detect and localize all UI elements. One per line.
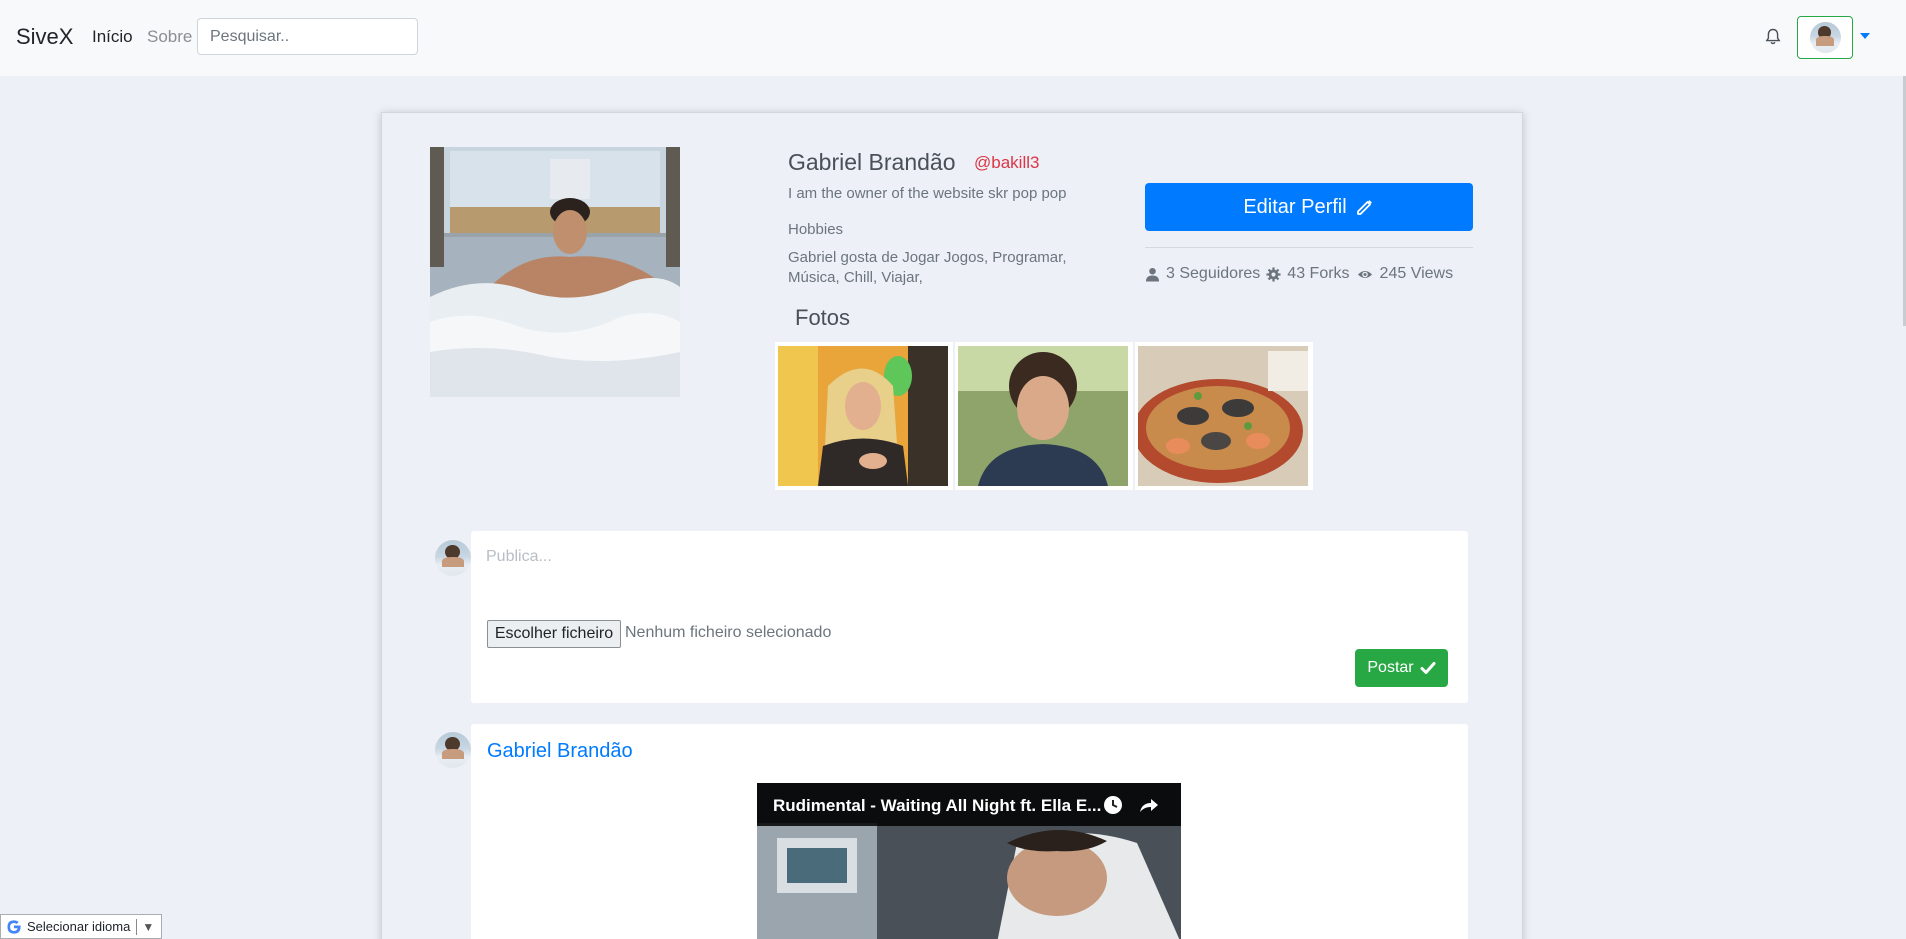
avatar (435, 540, 471, 576)
cog-icon (1266, 266, 1281, 282)
edit-profile-label: Editar Perfil (1243, 195, 1347, 218)
post-author-link[interactable]: Gabriel Brandão (487, 740, 633, 763)
chevron-down-icon[interactable]: ▼ (142, 920, 154, 934)
avatar (1809, 22, 1841, 53)
hobbies-heading: Hobbies (788, 221, 844, 238)
profile-handle[interactable]: @bakill3 (974, 153, 1039, 173)
photos-heading: Fotos (795, 305, 851, 330)
video-title[interactable]: Rudimental - Waiting All Night ft. Ella … (773, 796, 1101, 816)
language-selector[interactable]: Selecionar idioma ▼ (0, 914, 162, 939)
brand-logo[interactable]: SiveX (16, 24, 73, 50)
top-navbar: SiveX Início Sobre (0, 0, 1906, 76)
post-button-label: Postar (1367, 659, 1414, 676)
followers-count[interactable]: 3 Seguidores (1166, 265, 1260, 283)
edit-profile-button[interactable]: Editar Perfil (1145, 183, 1473, 231)
search-input[interactable] (197, 18, 418, 55)
photo-thumbnail[interactable] (955, 342, 1133, 490)
divider (1145, 247, 1473, 248)
views-count: 245 Views (1379, 265, 1454, 282)
profile-bio: I am the owner of the website skr pop po… (788, 185, 1067, 202)
language-selector-label: Selecionar idioma (27, 919, 131, 934)
avatar (435, 732, 471, 768)
post-textarea[interactable]: Publica... (486, 548, 552, 566)
hobbies-text: Gabriel gosta de Jogar Jogos, Programar,… (788, 249, 1067, 286)
video-embed[interactable]: Rudimental - Waiting All Night ft. Ella … (757, 783, 1181, 939)
photo-thumbnail[interactable] (775, 342, 953, 490)
post-composer (471, 531, 1468, 703)
divider (136, 918, 138, 935)
choose-file-button[interactable]: Escolher ficheiro (487, 620, 621, 648)
eye-icon (1357, 270, 1372, 278)
profile-photo (430, 147, 680, 397)
post-button[interactable]: Postar (1355, 649, 1448, 687)
clock-icon[interactable] (1103, 795, 1123, 815)
photo-thumbnail[interactable] (1135, 342, 1313, 490)
user-icon (1145, 267, 1160, 282)
pencil-icon (1356, 200, 1372, 215)
nav-link-inicio[interactable]: Início (92, 27, 133, 47)
google-icon (7, 919, 21, 934)
profile-name: Gabriel Brandão (788, 149, 956, 175)
forks-count: 43 Forks (1287, 265, 1350, 282)
user-menu-button[interactable] (1797, 16, 1853, 59)
check-icon (1420, 662, 1436, 674)
profile-stats: 3 Seguidores 43 Forks 245 Views (1145, 265, 1453, 283)
nav-link-sobre[interactable]: Sobre (147, 27, 192, 47)
share-icon[interactable] (1139, 795, 1159, 815)
file-status: Nenhum ficheiro selecionado (625, 624, 832, 641)
chevron-down-icon[interactable] (1860, 33, 1870, 39)
bell-icon[interactable] (1763, 27, 1783, 47)
